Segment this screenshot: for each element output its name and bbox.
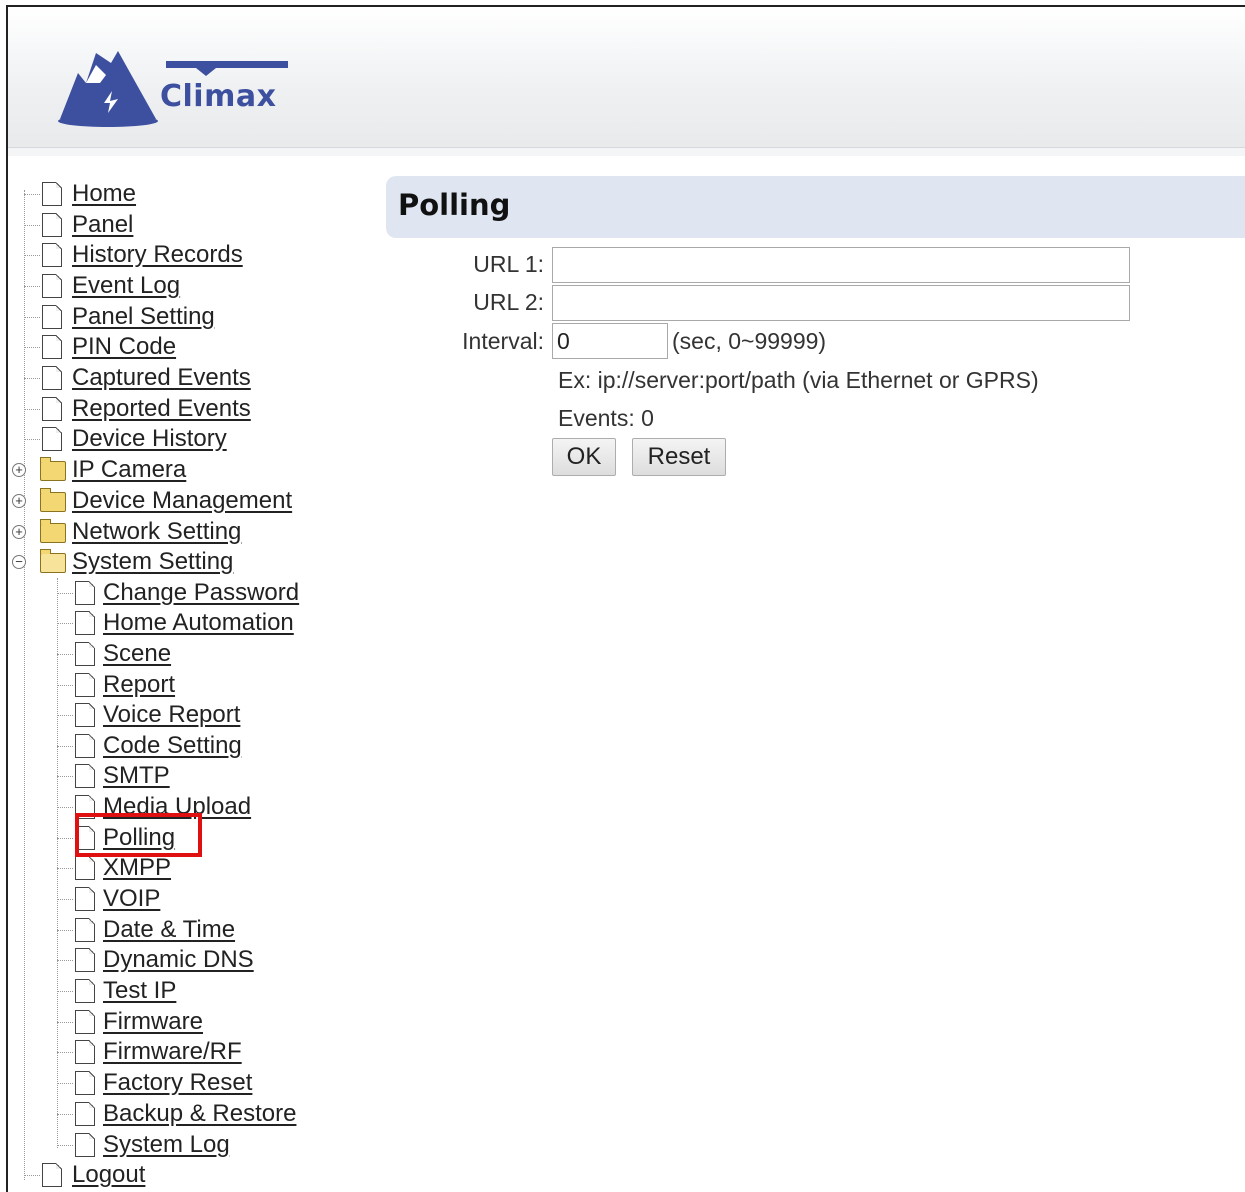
ok-button[interactable]: OK — [552, 438, 616, 476]
nav-link-device-history[interactable]: Device History — [72, 424, 227, 454]
document-icon — [42, 274, 62, 298]
tree-line — [57, 578, 58, 1148]
nav-link-date-time[interactable]: Date & Time — [103, 915, 235, 945]
document-icon — [75, 673, 95, 697]
nav-link-captured-events[interactable]: Captured Events — [72, 363, 251, 393]
document-icon — [75, 734, 95, 758]
nav-link-code-setting[interactable]: Code Setting — [103, 731, 242, 761]
nav-link-history-records[interactable]: History Records — [72, 240, 243, 270]
document-icon — [75, 581, 95, 605]
document-icon — [42, 397, 62, 421]
open-folder-icon — [40, 549, 66, 573]
document-icon — [75, 1133, 95, 1157]
nav-link-xmpp[interactable]: XMPP — [103, 853, 171, 883]
folder-icon — [40, 457, 66, 481]
document-icon — [42, 243, 62, 267]
nav-link-system-log[interactable]: System Log — [103, 1130, 230, 1160]
document-icon — [75, 1071, 95, 1095]
title-bar: Polling — [386, 176, 1245, 238]
nav-link-panel-setting[interactable]: Panel Setting — [72, 302, 215, 332]
document-icon — [75, 856, 95, 880]
document-icon — [75, 1102, 95, 1126]
nav-link-test-ip[interactable]: Test IP — [103, 976, 176, 1006]
nav-link-change-password[interactable]: Change Password — [103, 578, 299, 608]
document-icon — [75, 979, 95, 1003]
nav-link-network-setting[interactable]: Network Setting — [72, 517, 241, 547]
document-icon — [42, 182, 62, 206]
brand-name: Climax — [160, 79, 277, 114]
expand-icon[interactable]: + — [12, 525, 26, 539]
document-icon — [75, 918, 95, 942]
nav-link-factory-reset[interactable]: Factory Reset — [103, 1068, 252, 1098]
events-count: Events: 0 — [558, 405, 654, 431]
header: Climax — [8, 7, 1245, 148]
nav-link-dynamic-dns[interactable]: Dynamic DNS — [103, 945, 254, 975]
document-icon — [75, 703, 95, 727]
interval-label: Interval: — [462, 328, 544, 354]
document-icon — [42, 335, 62, 359]
nav-link-home-automation[interactable]: Home Automation — [103, 608, 294, 638]
expand-icon[interactable]: + — [12, 463, 26, 477]
nav-link-system-setting[interactable]: System Setting — [72, 547, 233, 577]
collapse-icon[interactable]: − — [12, 555, 26, 569]
nav-link-scene[interactable]: Scene — [103, 639, 171, 669]
expand-icon[interactable]: + — [12, 494, 26, 508]
interval-hint: (sec, 0~99999) — [672, 328, 827, 354]
nav-link-ip-camera[interactable]: IP Camera — [72, 455, 186, 485]
nav-link-firmware-rf[interactable]: Firmware/RF — [103, 1037, 242, 1067]
folder-icon — [40, 488, 66, 512]
nav-link-backup-restore[interactable]: Backup & Restore — [103, 1099, 296, 1129]
polling-highlight-box — [75, 813, 202, 857]
nav-link-event-log[interactable]: Event Log — [72, 271, 180, 301]
nav-link-home[interactable]: Home — [72, 179, 136, 209]
nav-link-reported-events[interactable]: Reported Events — [72, 394, 251, 424]
nav-link-report[interactable]: Report — [103, 670, 175, 700]
document-icon — [42, 366, 62, 390]
document-icon — [75, 1010, 95, 1034]
nav-link-voip[interactable]: VOIP — [103, 884, 160, 914]
header-shadow — [8, 148, 1245, 156]
document-icon — [75, 887, 95, 911]
document-icon — [75, 611, 95, 635]
nav-link-firmware[interactable]: Firmware — [103, 1007, 203, 1037]
nav-link-device-management[interactable]: Device Management — [72, 486, 292, 516]
document-icon — [75, 764, 95, 788]
interval-input[interactable] — [552, 323, 668, 359]
document-icon — [42, 427, 62, 451]
document-icon — [75, 1040, 95, 1064]
folder-icon — [40, 519, 66, 543]
document-icon — [75, 642, 95, 666]
url-example-text: Ex: ip://server:port/path (via Ethernet … — [558, 367, 1039, 393]
url1-label: URL 1: — [473, 251, 544, 277]
nav-link-smtp[interactable]: SMTP — [103, 761, 170, 791]
url2-input[interactable] — [552, 285, 1130, 321]
tree-line — [24, 190, 25, 1180]
url1-input[interactable] — [552, 247, 1130, 283]
document-icon — [75, 948, 95, 972]
url2-label: URL 2: — [473, 289, 544, 315]
reset-button[interactable]: Reset — [632, 438, 726, 476]
document-icon — [42, 213, 62, 237]
page-title: Polling — [398, 188, 511, 222]
nav-link-logout[interactable]: Logout — [72, 1160, 145, 1190]
nav-link-panel[interactable]: Panel — [72, 210, 133, 240]
nav-link-pin-code[interactable]: PIN Code — [72, 332, 176, 362]
document-icon — [42, 305, 62, 329]
nav-link-voice-report[interactable]: Voice Report — [103, 700, 240, 730]
document-icon — [42, 1163, 62, 1187]
